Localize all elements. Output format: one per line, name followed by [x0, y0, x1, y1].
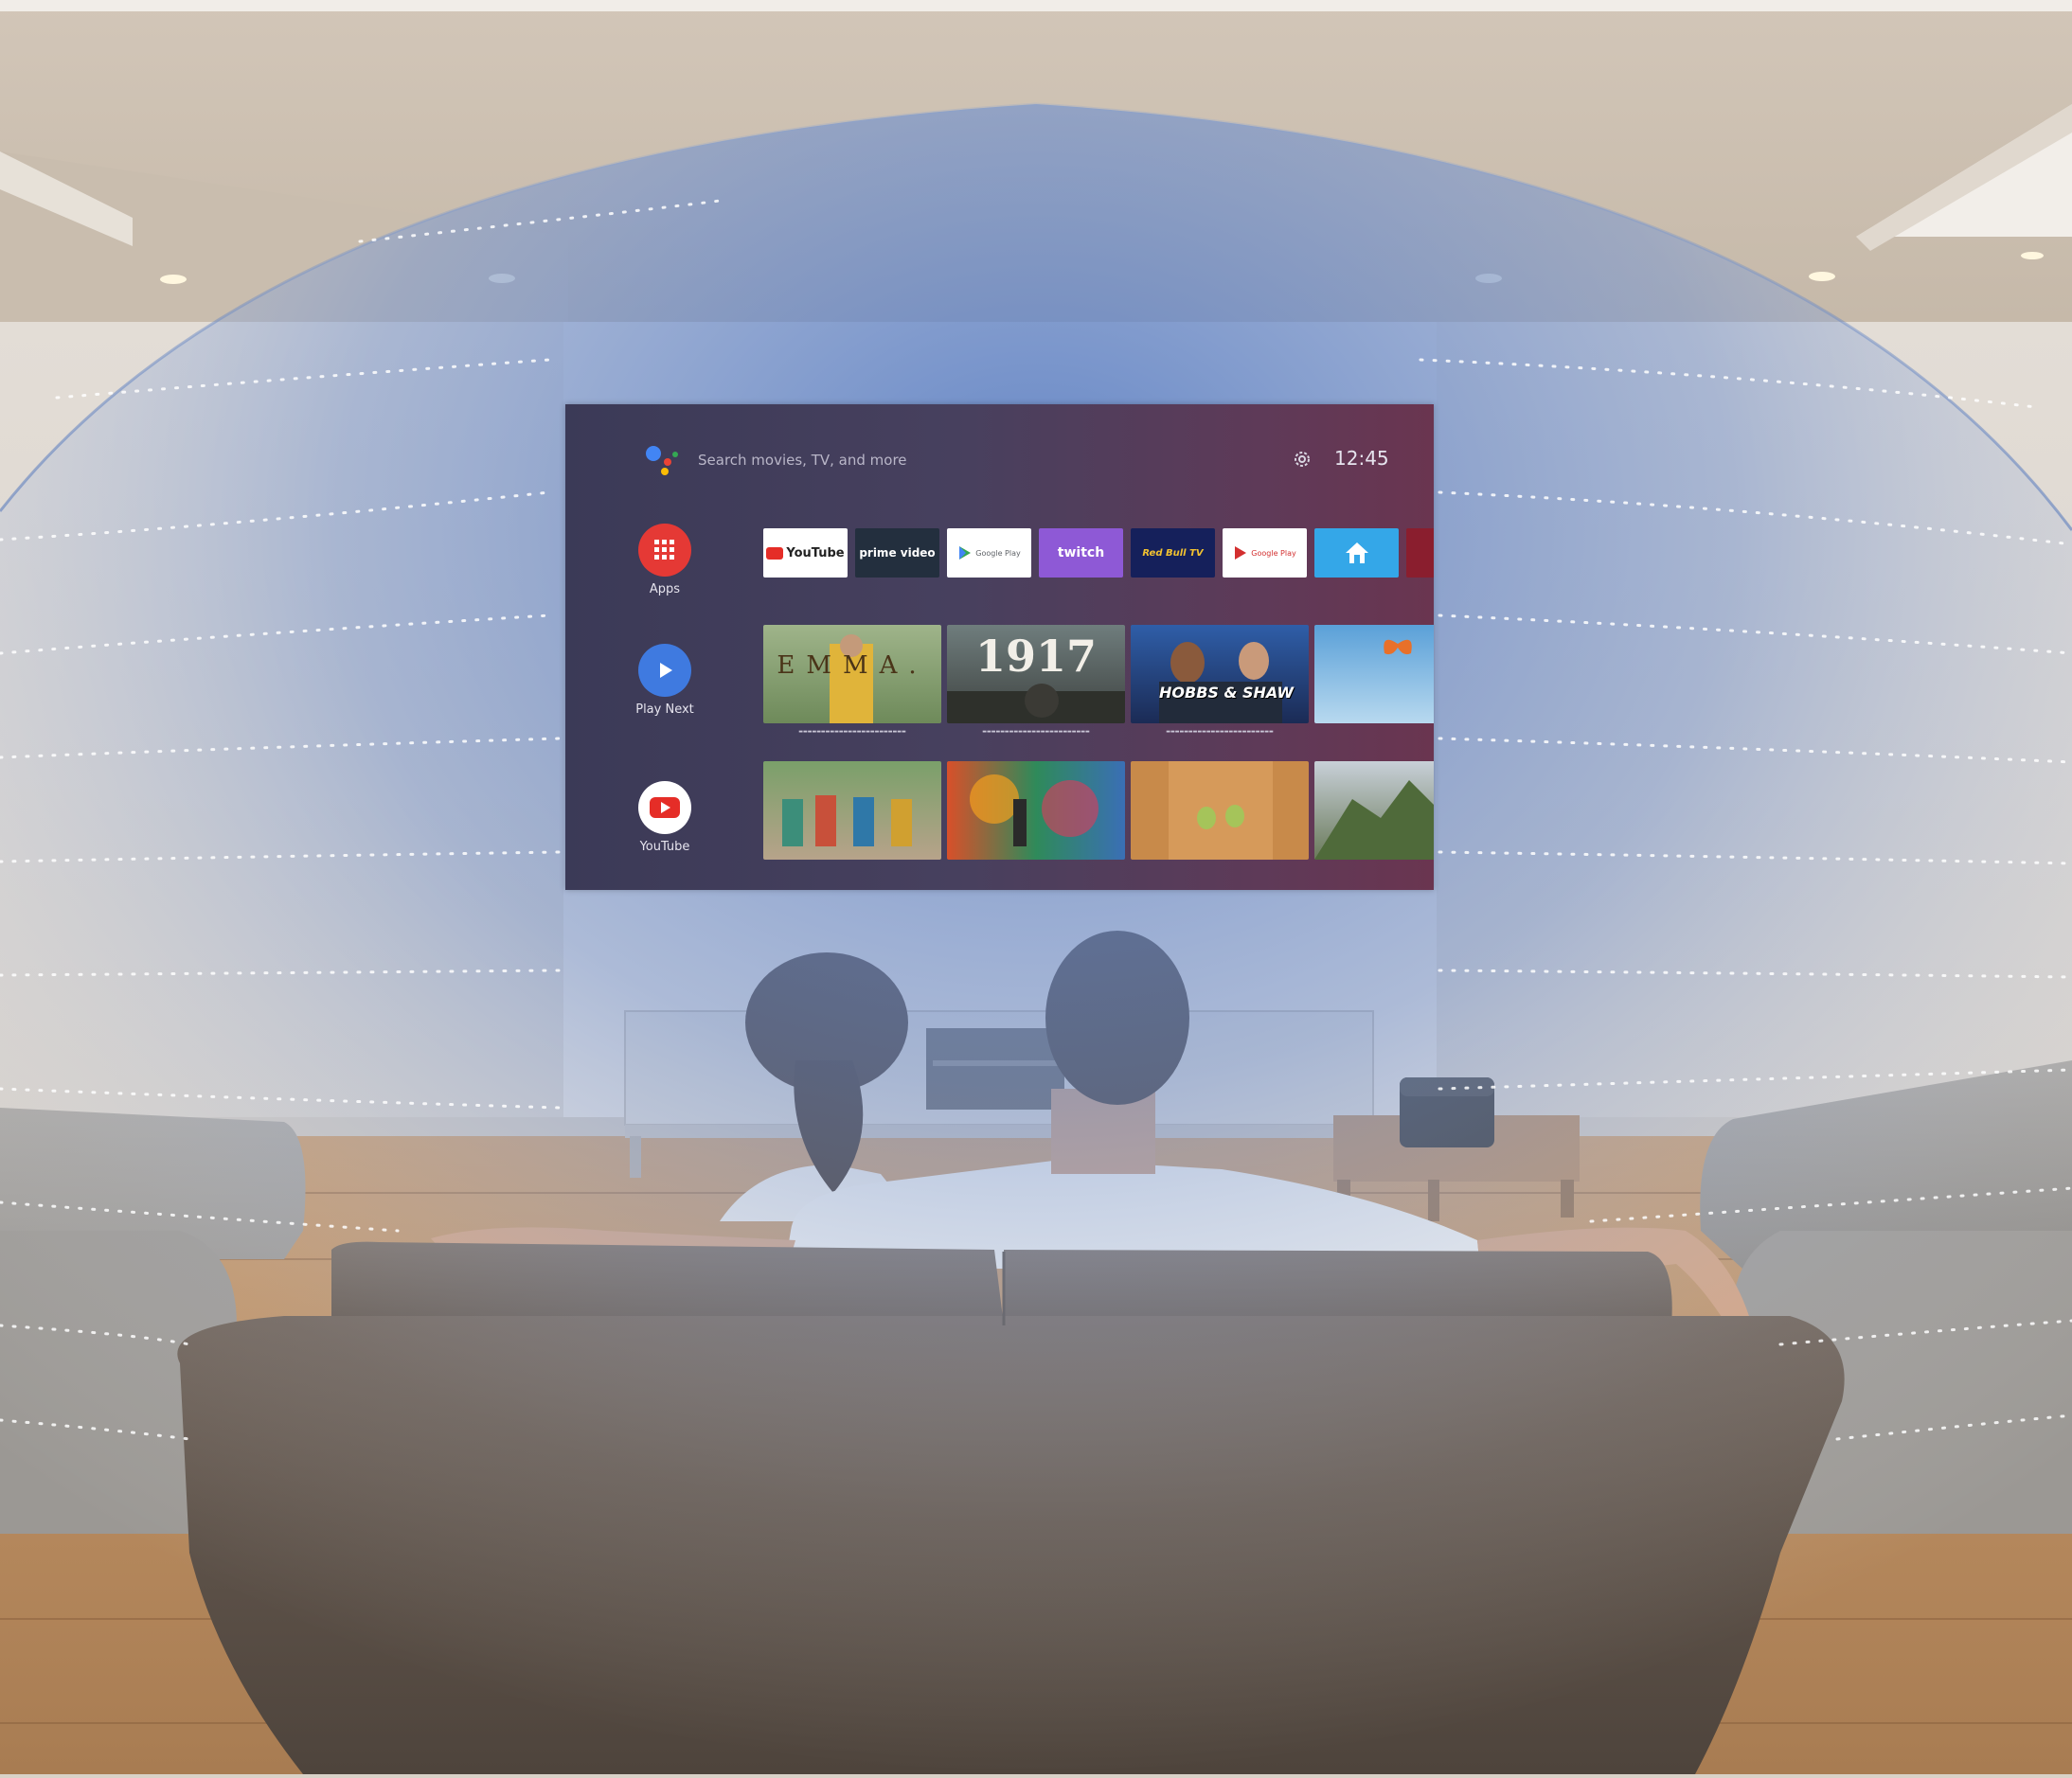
caption-placeholder: ▬▬▬▬▬▬▬▬▬▬▬▬▬▬▬▬▬▬▬▬▬▬▬▬: [798, 729, 906, 735]
movie-card-1917[interactable]: 1917: [947, 625, 1125, 723]
living-room-scene: Search movies, TV, and more 12:45 Apps P…: [0, 0, 2072, 1774]
movie-title: EMMA.: [777, 651, 928, 680]
youtube-button[interactable]: YouTube: [637, 781, 692, 854]
youtube-logo-icon: [766, 546, 784, 560]
hobbs-shaw-poster: [1159, 642, 1282, 723]
app-tile-google-play[interactable]: Google Play: [947, 528, 1031, 578]
youtube-label: YouTube: [639, 840, 690, 854]
apps-grid-icon: [638, 524, 691, 577]
home-icon: [1345, 542, 1368, 563]
app-tile-google-play-movies[interactable]: Google Play: [1223, 528, 1307, 578]
play-next-button[interactable]: Play Next: [635, 644, 694, 717]
projected-tv-screen: Search movies, TV, and more 12:45 Apps P…: [565, 404, 1434, 890]
play-icon: [638, 644, 691, 697]
video-card-dancers[interactable]: [763, 761, 941, 860]
butterfly-icon: [1384, 639, 1412, 655]
app-tile-youtube[interactable]: YouTube: [763, 528, 848, 578]
app-tile-red-bull-tv[interactable]: Red Bull TV: [1131, 528, 1215, 578]
caption-placeholder: ▬▬▬▬▬▬▬▬▬▬▬▬▬▬▬▬▬▬▬▬▬▬▬▬: [1166, 729, 1274, 735]
movie-card-emma[interactable]: EMMA.: [763, 625, 941, 723]
app-tile-home[interactable]: [1314, 528, 1399, 578]
holi-thumbnail: [970, 774, 1099, 846]
apps-button[interactable]: Apps: [637, 524, 692, 596]
google-assistant-icon[interactable]: [643, 442, 681, 476]
app-tile-twitch[interactable]: twitch: [1039, 528, 1123, 578]
movie-title: HOBBS & SHAW: [1159, 684, 1295, 702]
movie-card-partial[interactable]: [1314, 625, 1434, 723]
play-movies-icon: [1235, 546, 1247, 560]
play-next-label: Play Next: [635, 702, 694, 717]
app-tile-prime-video[interactable]: prime video: [855, 528, 939, 578]
youtube-icon: [638, 781, 691, 834]
caption-placeholder: ▬▬▬▬▬▬▬▬▬▬▬▬▬▬▬▬▬▬▬▬▬▬▬▬: [982, 729, 1090, 735]
video-card-holi[interactable]: [947, 761, 1125, 860]
mountain-thumbnail: [1314, 780, 1434, 860]
video-card-cooking[interactable]: [1131, 761, 1309, 860]
search-bar[interactable]: Search movies, TV, and more: [698, 452, 907, 469]
movie-card-hobbs-shaw[interactable]: HOBBS & SHAW: [1131, 625, 1309, 723]
app-tile-partial[interactable]: [1406, 528, 1434, 578]
settings-gear-icon[interactable]: [1293, 450, 1312, 469]
coverage-dome: [0, 104, 2072, 1774]
play-store-icon: [959, 546, 972, 560]
clock: 12:45: [1334, 447, 1389, 470]
video-card-mountain[interactable]: [1314, 761, 1434, 860]
apps-label: Apps: [649, 582, 681, 596]
avocado-thumbnail: [1169, 761, 1273, 860]
dancers-thumbnail: [782, 795, 912, 846]
movie-title: 1917: [974, 631, 1098, 682]
